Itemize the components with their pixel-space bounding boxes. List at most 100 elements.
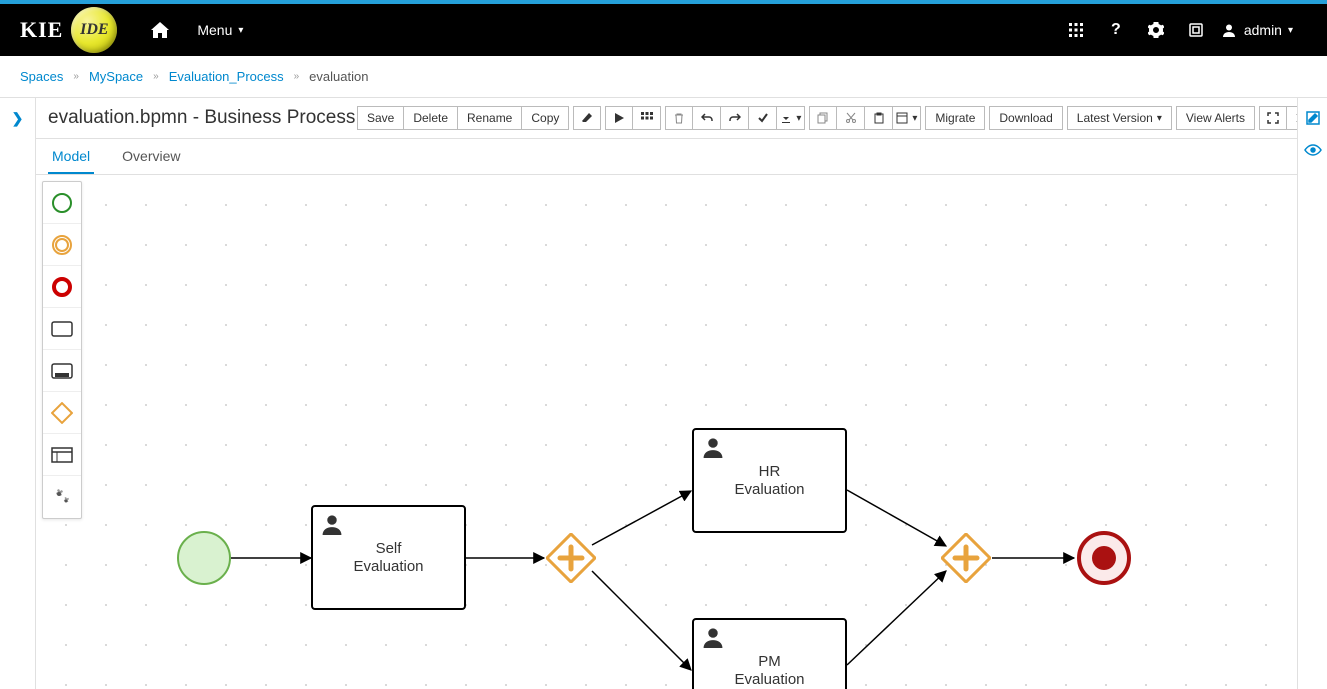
play-button[interactable] bbox=[605, 106, 633, 130]
user-icon bbox=[1222, 23, 1236, 37]
task-hr-evaluation[interactable]: HR Evaluation bbox=[692, 428, 847, 533]
user-task-icon bbox=[321, 513, 343, 535]
task-self-evaluation[interactable]: Self Evaluation bbox=[311, 505, 466, 610]
chevron-down-icon: ▾ bbox=[238, 25, 243, 36]
nav-user-label: admin bbox=[1244, 22, 1282, 38]
start-event-node[interactable] bbox=[176, 530, 232, 586]
user-task-icon bbox=[702, 436, 724, 458]
eraser-button[interactable] bbox=[573, 106, 601, 130]
eye-icon[interactable] bbox=[1304, 144, 1322, 156]
canvas-wrap: Self Evaluation HR Evaluation PM Evaluat… bbox=[36, 175, 1327, 689]
parallel-gateway-join[interactable] bbox=[941, 533, 991, 583]
right-docks bbox=[1297, 98, 1327, 689]
copy-clipboard-button[interactable] bbox=[809, 106, 837, 130]
nav-user[interactable]: admin ▾ bbox=[1216, 4, 1307, 56]
scissors-icon bbox=[845, 112, 857, 124]
end-event-node[interactable] bbox=[1076, 530, 1132, 586]
shape-palette bbox=[42, 181, 82, 519]
project-explorer-toggle[interactable]: ❯ bbox=[0, 98, 36, 689]
validate-button[interactable] bbox=[749, 106, 777, 130]
breadcrumb-spaces[interactable]: Spaces bbox=[20, 69, 63, 84]
edit-icon[interactable] bbox=[1305, 110, 1321, 126]
nav-apps[interactable] bbox=[1056, 4, 1096, 56]
breadcrumb: Spaces » MySpace » Evaluation_Process » … bbox=[0, 56, 1327, 98]
chevron-down-icon: ▾ bbox=[1157, 113, 1162, 124]
editor-pane: evaluation.bpmn - Business Process Save … bbox=[36, 98, 1327, 689]
palette-intermediate-event[interactable] bbox=[43, 224, 81, 266]
undo-button[interactable] bbox=[693, 106, 721, 130]
fullscreen-button[interactable] bbox=[1259, 106, 1287, 130]
editor-tabs: Model Overview bbox=[36, 138, 1327, 175]
cut-button[interactable] bbox=[837, 106, 865, 130]
breadcrumb-current: evaluation bbox=[309, 69, 368, 84]
layout-button[interactable]: ▾ bbox=[893, 106, 921, 130]
user-task-icon bbox=[702, 626, 724, 648]
breadcrumb-project[interactable]: Evaluation_Process bbox=[169, 69, 284, 84]
palette-task[interactable] bbox=[43, 308, 81, 350]
task-label: PM Evaluation bbox=[734, 653, 804, 689]
redo-button[interactable] bbox=[721, 106, 749, 130]
palette-settings[interactable] bbox=[43, 476, 81, 518]
version-button[interactable]: Latest Version ▾ bbox=[1067, 106, 1172, 130]
copy-icon bbox=[817, 112, 829, 124]
brand-ide-ball: IDE bbox=[71, 7, 117, 53]
palette-container[interactable] bbox=[43, 434, 81, 476]
paste-icon bbox=[873, 112, 885, 124]
question-icon: ? bbox=[1111, 21, 1121, 39]
export-button[interactable]: ▾ bbox=[777, 106, 805, 130]
nav-servers[interactable] bbox=[1176, 4, 1216, 56]
task-label: HR Evaluation bbox=[734, 463, 804, 499]
redo-icon bbox=[729, 112, 741, 124]
gears-icon bbox=[52, 487, 72, 507]
task-pm-evaluation[interactable]: PM Evaluation bbox=[692, 618, 847, 689]
palette-end-event[interactable] bbox=[43, 266, 81, 308]
breadcrumb-sep: » bbox=[294, 71, 300, 82]
palette-start-event[interactable] bbox=[43, 182, 81, 224]
download-icon bbox=[780, 112, 792, 124]
grid-icon bbox=[641, 112, 653, 124]
expand-icon bbox=[1267, 112, 1279, 124]
migrate-button[interactable]: Migrate bbox=[925, 106, 985, 130]
nav-help[interactable]: ? bbox=[1096, 4, 1136, 56]
paste-button[interactable] bbox=[865, 106, 893, 130]
home-icon bbox=[151, 22, 169, 38]
palette-gateway[interactable] bbox=[43, 392, 81, 434]
chevron-down-icon: ▾ bbox=[912, 113, 917, 124]
grid-snap-button[interactable] bbox=[633, 106, 661, 130]
check-icon bbox=[757, 112, 769, 124]
nav-home[interactable] bbox=[137, 4, 183, 56]
download-button[interactable]: Download bbox=[989, 106, 1062, 130]
eraser-icon bbox=[581, 112, 593, 124]
tab-model[interactable]: Model bbox=[48, 138, 94, 174]
trash-button[interactable] bbox=[665, 106, 693, 130]
save-button[interactable]: Save bbox=[357, 106, 404, 130]
task-label: Self Evaluation bbox=[353, 540, 423, 576]
parallel-gateway-split[interactable] bbox=[546, 533, 596, 583]
bpmn-canvas[interactable]: Self Evaluation HR Evaluation PM Evaluat… bbox=[36, 175, 1315, 689]
palette-subprocess[interactable] bbox=[43, 350, 81, 392]
main-navbar: KIE IDE Menu ▾ ? admin ▾ bbox=[0, 4, 1327, 56]
copy-button[interactable]: Copy bbox=[522, 106, 569, 130]
chevron-right-icon: ❯ bbox=[12, 110, 24, 127]
trash-icon bbox=[673, 112, 685, 124]
server-icon bbox=[1188, 22, 1204, 38]
sequence-flows bbox=[36, 175, 1315, 689]
breadcrumb-sep: » bbox=[153, 71, 159, 82]
nav-menu[interactable]: Menu ▾ bbox=[183, 4, 257, 56]
nav-settings[interactable] bbox=[1136, 4, 1176, 56]
undo-icon bbox=[701, 112, 713, 124]
chevron-down-icon: ▾ bbox=[796, 113, 801, 124]
main-area: ❯ evaluation.bpmn - Business Process Sav… bbox=[0, 98, 1327, 689]
play-icon bbox=[613, 112, 625, 124]
view-alerts-button[interactable]: View Alerts bbox=[1176, 106, 1255, 130]
gear-icon bbox=[1148, 22, 1164, 38]
layout-icon bbox=[896, 112, 908, 124]
breadcrumb-myspace[interactable]: MySpace bbox=[89, 69, 143, 84]
brand-kie: KIE bbox=[20, 17, 63, 43]
rename-button[interactable]: Rename bbox=[458, 106, 522, 130]
tab-overview[interactable]: Overview bbox=[118, 138, 184, 174]
nav-menu-label: Menu bbox=[197, 22, 232, 38]
grid-icon bbox=[1069, 23, 1083, 37]
delete-button[interactable]: Delete bbox=[404, 106, 458, 130]
version-label: Latest Version bbox=[1077, 111, 1153, 125]
